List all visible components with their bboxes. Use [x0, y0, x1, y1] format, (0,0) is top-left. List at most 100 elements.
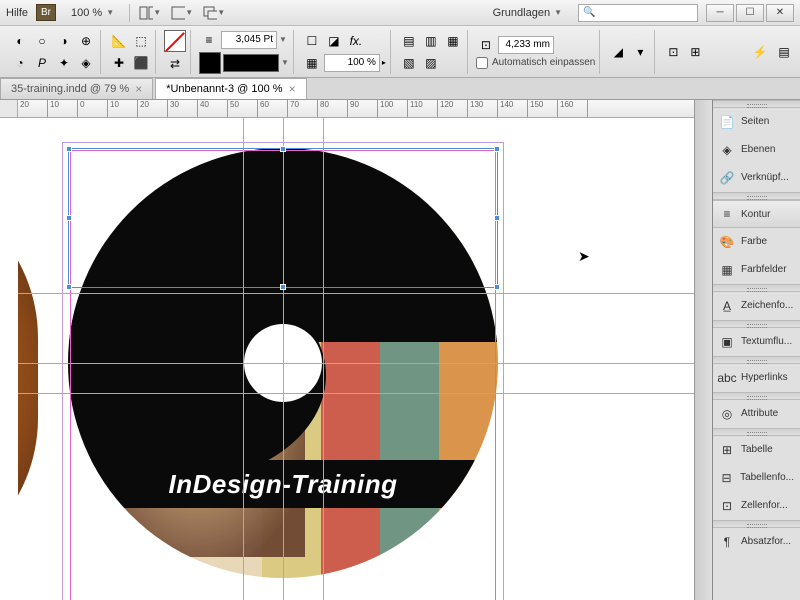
screen-mode-icon[interactable]: ▼ [170, 3, 194, 23]
close-button[interactable]: ✕ [766, 4, 794, 22]
horizontal-ruler[interactable]: 2010010203040506070809010011012013014015… [18, 100, 712, 118]
ruler-tick: 40 [198, 100, 228, 117]
close-icon[interactable]: × [135, 82, 142, 96]
panel-label: Tabelle [741, 444, 773, 455]
menubar: Hilfe Br 100 % ▼ ▼ ▼ ▼ Grundlagen ▼ 🔍 ─ … [0, 0, 800, 26]
panel-button[interactable]: ◎Attribute [713, 400, 800, 428]
panel-collapse-strip[interactable] [694, 100, 712, 600]
stroke-color-swatch[interactable] [199, 52, 221, 74]
wrap-bbox-icon[interactable]: ▥ [421, 31, 441, 51]
panel-button[interactable]: ≡ Kontur [713, 200, 800, 228]
measure-icon[interactable]: 📐 [109, 31, 129, 51]
panel-icon: ◈ [719, 142, 735, 158]
close-icon[interactable]: × [289, 82, 296, 96]
tool-icon[interactable]: ◈ [76, 53, 96, 73]
panel-grip[interactable] [713, 356, 800, 364]
tool-icon[interactable]: ⬚ [131, 31, 151, 51]
wrap-next-icon[interactable]: ▨ [421, 53, 441, 73]
fit-value-input[interactable]: 4,233 mm [498, 36, 554, 54]
stroke-weight-input[interactable]: 3,045 Pt [221, 31, 277, 49]
adjacent-artwork [18, 178, 38, 578]
document-tab[interactable]: *Unbenannt-3 @ 100 % × [155, 78, 306, 99]
select-content-icon[interactable]: ⊞ [685, 42, 705, 62]
autofit-checkbox[interactable]: Automatisch einpassen [476, 57, 595, 69]
opacity-input[interactable]: 100 % [324, 54, 380, 72]
canvas[interactable]: InDesign-Training ➤ [18, 118, 712, 600]
maximize-button[interactable]: ☐ [736, 4, 764, 22]
type-tool-icon[interactable]: P [32, 53, 52, 73]
tool-icon[interactable]: ◐ [10, 31, 30, 51]
panel-icon: ⊞ [719, 442, 735, 458]
panel-grip[interactable] [713, 192, 800, 200]
tool-icon[interactable]: ✚ [109, 53, 129, 73]
options-icon[interactable]: ▾ [630, 42, 650, 62]
stroke-style[interactable] [223, 54, 279, 72]
bridge-button[interactable]: Br [36, 4, 56, 21]
panel-grip[interactable] [713, 520, 800, 528]
panel-grip[interactable] [713, 100, 800, 108]
fit-frame-icon[interactable]: ⊡ [476, 35, 496, 55]
document-tab[interactable]: 35-training.indd @ 79 % × [0, 78, 153, 99]
document-workspace[interactable]: 2010010203040506070809010011012013014015… [0, 100, 712, 600]
panel-grip[interactable] [713, 320, 800, 328]
panel-icon: ≡ [719, 206, 735, 222]
panel-grip[interactable] [713, 392, 800, 400]
wrap-shape-icon[interactable]: ▦ [443, 31, 463, 51]
corner-icon[interactable]: ◢ [608, 42, 628, 62]
panel-grip[interactable] [713, 428, 800, 436]
drop-shadow-icon[interactable]: ◪ [324, 31, 344, 51]
panels-dock: 📄Seiten◈Ebenen🔗Verknüpf... ≡ Kontur 🎨Farbe… [712, 100, 800, 600]
panel-button[interactable]: 🎨Farbe [713, 228, 800, 256]
select-container-icon[interactable]: ⊡ [663, 42, 683, 62]
cd-artwork[interactable]: InDesign-Training [68, 148, 498, 578]
panel-icon: 🔗 [719, 170, 735, 186]
ruler-tick: 10 [48, 100, 78, 117]
tool-icon[interactable]: ◔ [10, 53, 30, 73]
panel-button[interactable]: ⊡Zellenfor... [713, 492, 800, 520]
panel-button[interactable]: ⊟Tabellenfo... [713, 464, 800, 492]
panel-icon: ▣ [719, 334, 735, 350]
ruler-origin[interactable] [0, 100, 18, 118]
panel-button[interactable]: ¶Absatzfor... [713, 528, 800, 556]
tool-icon[interactable]: ○ [32, 31, 52, 51]
fill-none-swatch[interactable] [164, 30, 186, 52]
swap-icon[interactable]: ⇄ [165, 54, 185, 74]
search-input[interactable]: 🔍 [578, 4, 698, 22]
panel-grip[interactable] [713, 284, 800, 292]
panel-icon: abc [719, 370, 735, 386]
effects-icon[interactable]: ☐ [302, 31, 322, 51]
panel-button[interactable]: 🔗Verknüpf... [713, 164, 800, 192]
panel-button[interactable]: A̲Zeichenfo... [713, 292, 800, 320]
panel-icon: 🎨 [719, 234, 735, 250]
ruler-tick: 120 [438, 100, 468, 117]
tool-icon[interactable]: ✦ [54, 53, 74, 73]
wrap-jump-icon[interactable]: ▧ [399, 53, 419, 73]
cursor-icon: ➤ [578, 248, 590, 265]
wrap-none-icon[interactable]: ▤ [399, 31, 419, 51]
help-menu[interactable]: Hilfe [6, 7, 28, 19]
panel-button[interactable]: ▦Farbfelder [713, 256, 800, 284]
panel-button[interactable]: 📄Seiten [713, 108, 800, 136]
ruler-tick: 50 [228, 100, 258, 117]
ruler-tick: 130 [468, 100, 498, 117]
menu-icon[interactable]: ▤ [774, 42, 794, 62]
workspace-dropdown[interactable]: Grundlagen ▼ [485, 5, 570, 21]
panel-label: Tabellenfo... [740, 472, 794, 483]
quick-apply-icon[interactable]: ⚡ [750, 42, 770, 62]
tool-icon[interactable]: ⊕ [76, 31, 96, 51]
fx-icon[interactable]: fx. [346, 31, 366, 51]
panel-button[interactable]: ◈Ebenen [713, 136, 800, 164]
tool-icon[interactable]: ⬛ [131, 53, 151, 73]
view-options-icon[interactable]: ▼ [138, 3, 162, 23]
panel-icon: A̲ [719, 298, 735, 314]
zoom-dropdown[interactable]: 100 % ▼ [64, 4, 121, 22]
arrange-icon[interactable]: ▼ [202, 3, 226, 23]
minimize-button[interactable]: ─ [706, 4, 734, 22]
panel-label: Kontur [741, 209, 770, 220]
panel-button[interactable]: abcHyperlinks [713, 364, 800, 392]
ruler-tick: 60 [258, 100, 288, 117]
tool-icon[interactable]: ◑ [54, 31, 74, 51]
panel-button[interactable]: ▣Textumflu... [713, 328, 800, 356]
artwork-title: InDesign-Training [168, 469, 397, 500]
panel-button[interactable]: ⊞ Tabelle [713, 436, 800, 464]
